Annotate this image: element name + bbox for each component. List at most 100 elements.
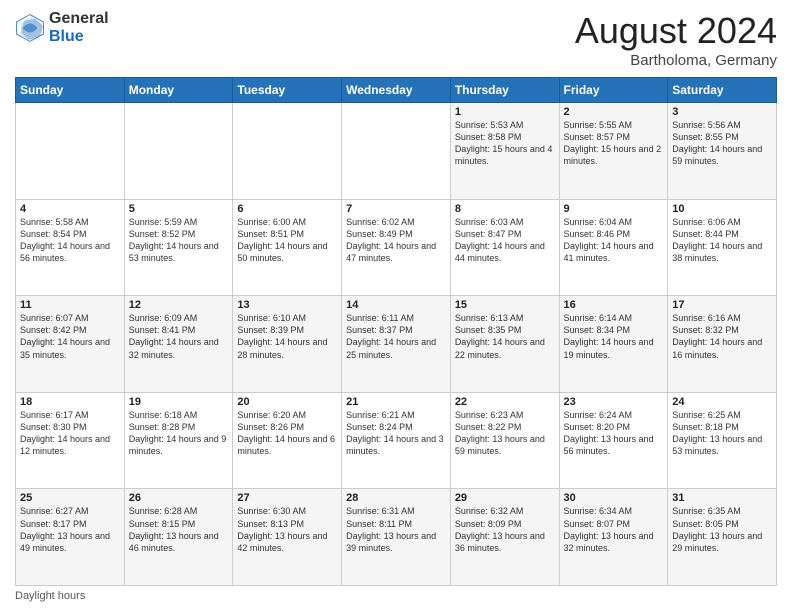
day-number: 18	[20, 396, 120, 408]
day-number: 13	[237, 299, 337, 311]
calendar-col-monday: Monday	[124, 78, 233, 103]
calendar-week-row: 11Sunrise: 6:07 AM Sunset: 8:42 PM Dayli…	[16, 296, 777, 393]
table-row: 8Sunrise: 6:03 AM Sunset: 8:47 PM Daylig…	[450, 199, 559, 296]
month-title: August 2024	[575, 10, 777, 52]
table-row: 6Sunrise: 6:00 AM Sunset: 8:51 PM Daylig…	[233, 199, 342, 296]
table-row: 24Sunrise: 6:25 AM Sunset: 8:18 PM Dayli…	[668, 392, 777, 489]
header: General Blue August 2024 Bartholoma, Ger…	[15, 10, 777, 69]
day-info: Sunrise: 6:23 AM Sunset: 8:22 PM Dayligh…	[455, 409, 555, 458]
table-row: 23Sunrise: 6:24 AM Sunset: 8:20 PM Dayli…	[559, 392, 668, 489]
day-number: 25	[20, 492, 120, 504]
day-number: 14	[346, 299, 446, 311]
table-row: 12Sunrise: 6:09 AM Sunset: 8:41 PM Dayli…	[124, 296, 233, 393]
day-number: 3	[672, 106, 772, 118]
table-row: 7Sunrise: 6:02 AM Sunset: 8:49 PM Daylig…	[342, 199, 451, 296]
table-row: 1Sunrise: 5:53 AM Sunset: 8:58 PM Daylig…	[450, 103, 559, 200]
day-info: Sunrise: 6:16 AM Sunset: 8:32 PM Dayligh…	[672, 312, 772, 361]
location: Bartholoma, Germany	[575, 52, 777, 69]
day-number: 21	[346, 396, 446, 408]
table-row: 15Sunrise: 6:13 AM Sunset: 8:35 PM Dayli…	[450, 296, 559, 393]
day-info: Sunrise: 5:56 AM Sunset: 8:55 PM Dayligh…	[672, 119, 772, 168]
table-row: 25Sunrise: 6:27 AM Sunset: 8:17 PM Dayli…	[16, 489, 125, 586]
calendar-week-row: 4Sunrise: 5:58 AM Sunset: 8:54 PM Daylig…	[16, 199, 777, 296]
day-number: 31	[672, 492, 772, 504]
calendar-col-thursday: Thursday	[450, 78, 559, 103]
title-block: August 2024 Bartholoma, Germany	[575, 10, 777, 69]
calendar-week-row: 25Sunrise: 6:27 AM Sunset: 8:17 PM Dayli…	[16, 489, 777, 586]
day-number: 28	[346, 492, 446, 504]
logo: General Blue	[15, 10, 109, 45]
day-info: Sunrise: 6:14 AM Sunset: 8:34 PM Dayligh…	[564, 312, 664, 361]
table-row	[233, 103, 342, 200]
day-number: 8	[455, 203, 555, 215]
logo-icon	[15, 13, 45, 43]
day-number: 12	[129, 299, 229, 311]
table-row: 4Sunrise: 5:58 AM Sunset: 8:54 PM Daylig…	[16, 199, 125, 296]
day-info: Sunrise: 6:30 AM Sunset: 8:13 PM Dayligh…	[237, 505, 337, 554]
day-info: Sunrise: 6:11 AM Sunset: 8:37 PM Dayligh…	[346, 312, 446, 361]
daylight-hours-label: Daylight hours	[15, 590, 85, 602]
table-row: 22Sunrise: 6:23 AM Sunset: 8:22 PM Dayli…	[450, 392, 559, 489]
day-number: 2	[564, 106, 664, 118]
table-row: 18Sunrise: 6:17 AM Sunset: 8:30 PM Dayli…	[16, 392, 125, 489]
day-number: 7	[346, 203, 446, 215]
day-info: Sunrise: 6:31 AM Sunset: 8:11 PM Dayligh…	[346, 505, 446, 554]
day-number: 5	[129, 203, 229, 215]
table-row: 14Sunrise: 6:11 AM Sunset: 8:37 PM Dayli…	[342, 296, 451, 393]
day-info: Sunrise: 6:00 AM Sunset: 8:51 PM Dayligh…	[237, 216, 337, 265]
day-info: Sunrise: 6:27 AM Sunset: 8:17 PM Dayligh…	[20, 505, 120, 554]
calendar-col-saturday: Saturday	[668, 78, 777, 103]
day-number: 16	[564, 299, 664, 311]
calendar-week-row: 1Sunrise: 5:53 AM Sunset: 8:58 PM Daylig…	[16, 103, 777, 200]
table-row: 10Sunrise: 6:06 AM Sunset: 8:44 PM Dayli…	[668, 199, 777, 296]
day-info: Sunrise: 6:34 AM Sunset: 8:07 PM Dayligh…	[564, 505, 664, 554]
table-row: 27Sunrise: 6:30 AM Sunset: 8:13 PM Dayli…	[233, 489, 342, 586]
calendar-col-tuesday: Tuesday	[233, 78, 342, 103]
table-row: 11Sunrise: 6:07 AM Sunset: 8:42 PM Dayli…	[16, 296, 125, 393]
day-info: Sunrise: 6:13 AM Sunset: 8:35 PM Dayligh…	[455, 312, 555, 361]
table-row: 31Sunrise: 6:35 AM Sunset: 8:05 PM Dayli…	[668, 489, 777, 586]
table-row: 26Sunrise: 6:28 AM Sunset: 8:15 PM Dayli…	[124, 489, 233, 586]
day-info: Sunrise: 6:18 AM Sunset: 8:28 PM Dayligh…	[129, 409, 229, 458]
table-row	[342, 103, 451, 200]
table-row	[16, 103, 125, 200]
day-info: Sunrise: 6:17 AM Sunset: 8:30 PM Dayligh…	[20, 409, 120, 458]
day-info: Sunrise: 6:03 AM Sunset: 8:47 PM Dayligh…	[455, 216, 555, 265]
day-number: 17	[672, 299, 772, 311]
day-number: 29	[455, 492, 555, 504]
table-row: 5Sunrise: 5:59 AM Sunset: 8:52 PM Daylig…	[124, 199, 233, 296]
day-info: Sunrise: 6:09 AM Sunset: 8:41 PM Dayligh…	[129, 312, 229, 361]
logo-blue-text: Blue	[49, 28, 84, 45]
logo-general-text: General	[49, 10, 109, 27]
table-row: 21Sunrise: 6:21 AM Sunset: 8:24 PM Dayli…	[342, 392, 451, 489]
day-number: 23	[564, 396, 664, 408]
calendar-week-row: 18Sunrise: 6:17 AM Sunset: 8:30 PM Dayli…	[16, 392, 777, 489]
table-row: 28Sunrise: 6:31 AM Sunset: 8:11 PM Dayli…	[342, 489, 451, 586]
day-info: Sunrise: 6:24 AM Sunset: 8:20 PM Dayligh…	[564, 409, 664, 458]
logo-text: General Blue	[49, 10, 109, 45]
day-info: Sunrise: 5:59 AM Sunset: 8:52 PM Dayligh…	[129, 216, 229, 265]
calendar-header-row: SundayMondayTuesdayWednesdayThursdayFrid…	[16, 78, 777, 103]
day-number: 1	[455, 106, 555, 118]
day-number: 26	[129, 492, 229, 504]
table-row: 16Sunrise: 6:14 AM Sunset: 8:34 PM Dayli…	[559, 296, 668, 393]
table-row: 29Sunrise: 6:32 AM Sunset: 8:09 PM Dayli…	[450, 489, 559, 586]
table-row: 9Sunrise: 6:04 AM Sunset: 8:46 PM Daylig…	[559, 199, 668, 296]
day-info: Sunrise: 6:21 AM Sunset: 8:24 PM Dayligh…	[346, 409, 446, 458]
day-number: 24	[672, 396, 772, 408]
day-info: Sunrise: 6:20 AM Sunset: 8:26 PM Dayligh…	[237, 409, 337, 458]
calendar-col-friday: Friday	[559, 78, 668, 103]
day-info: Sunrise: 6:04 AM Sunset: 8:46 PM Dayligh…	[564, 216, 664, 265]
footer: Daylight hours	[15, 590, 777, 602]
day-info: Sunrise: 5:55 AM Sunset: 8:57 PM Dayligh…	[564, 119, 664, 168]
day-number: 11	[20, 299, 120, 311]
calendar-col-sunday: Sunday	[16, 78, 125, 103]
table-row: 13Sunrise: 6:10 AM Sunset: 8:39 PM Dayli…	[233, 296, 342, 393]
day-number: 22	[455, 396, 555, 408]
table-row: 30Sunrise: 6:34 AM Sunset: 8:07 PM Dayli…	[559, 489, 668, 586]
day-number: 9	[564, 203, 664, 215]
day-info: Sunrise: 6:02 AM Sunset: 8:49 PM Dayligh…	[346, 216, 446, 265]
day-info: Sunrise: 6:28 AM Sunset: 8:15 PM Dayligh…	[129, 505, 229, 554]
day-info: Sunrise: 5:53 AM Sunset: 8:58 PM Dayligh…	[455, 119, 555, 168]
table-row	[124, 103, 233, 200]
